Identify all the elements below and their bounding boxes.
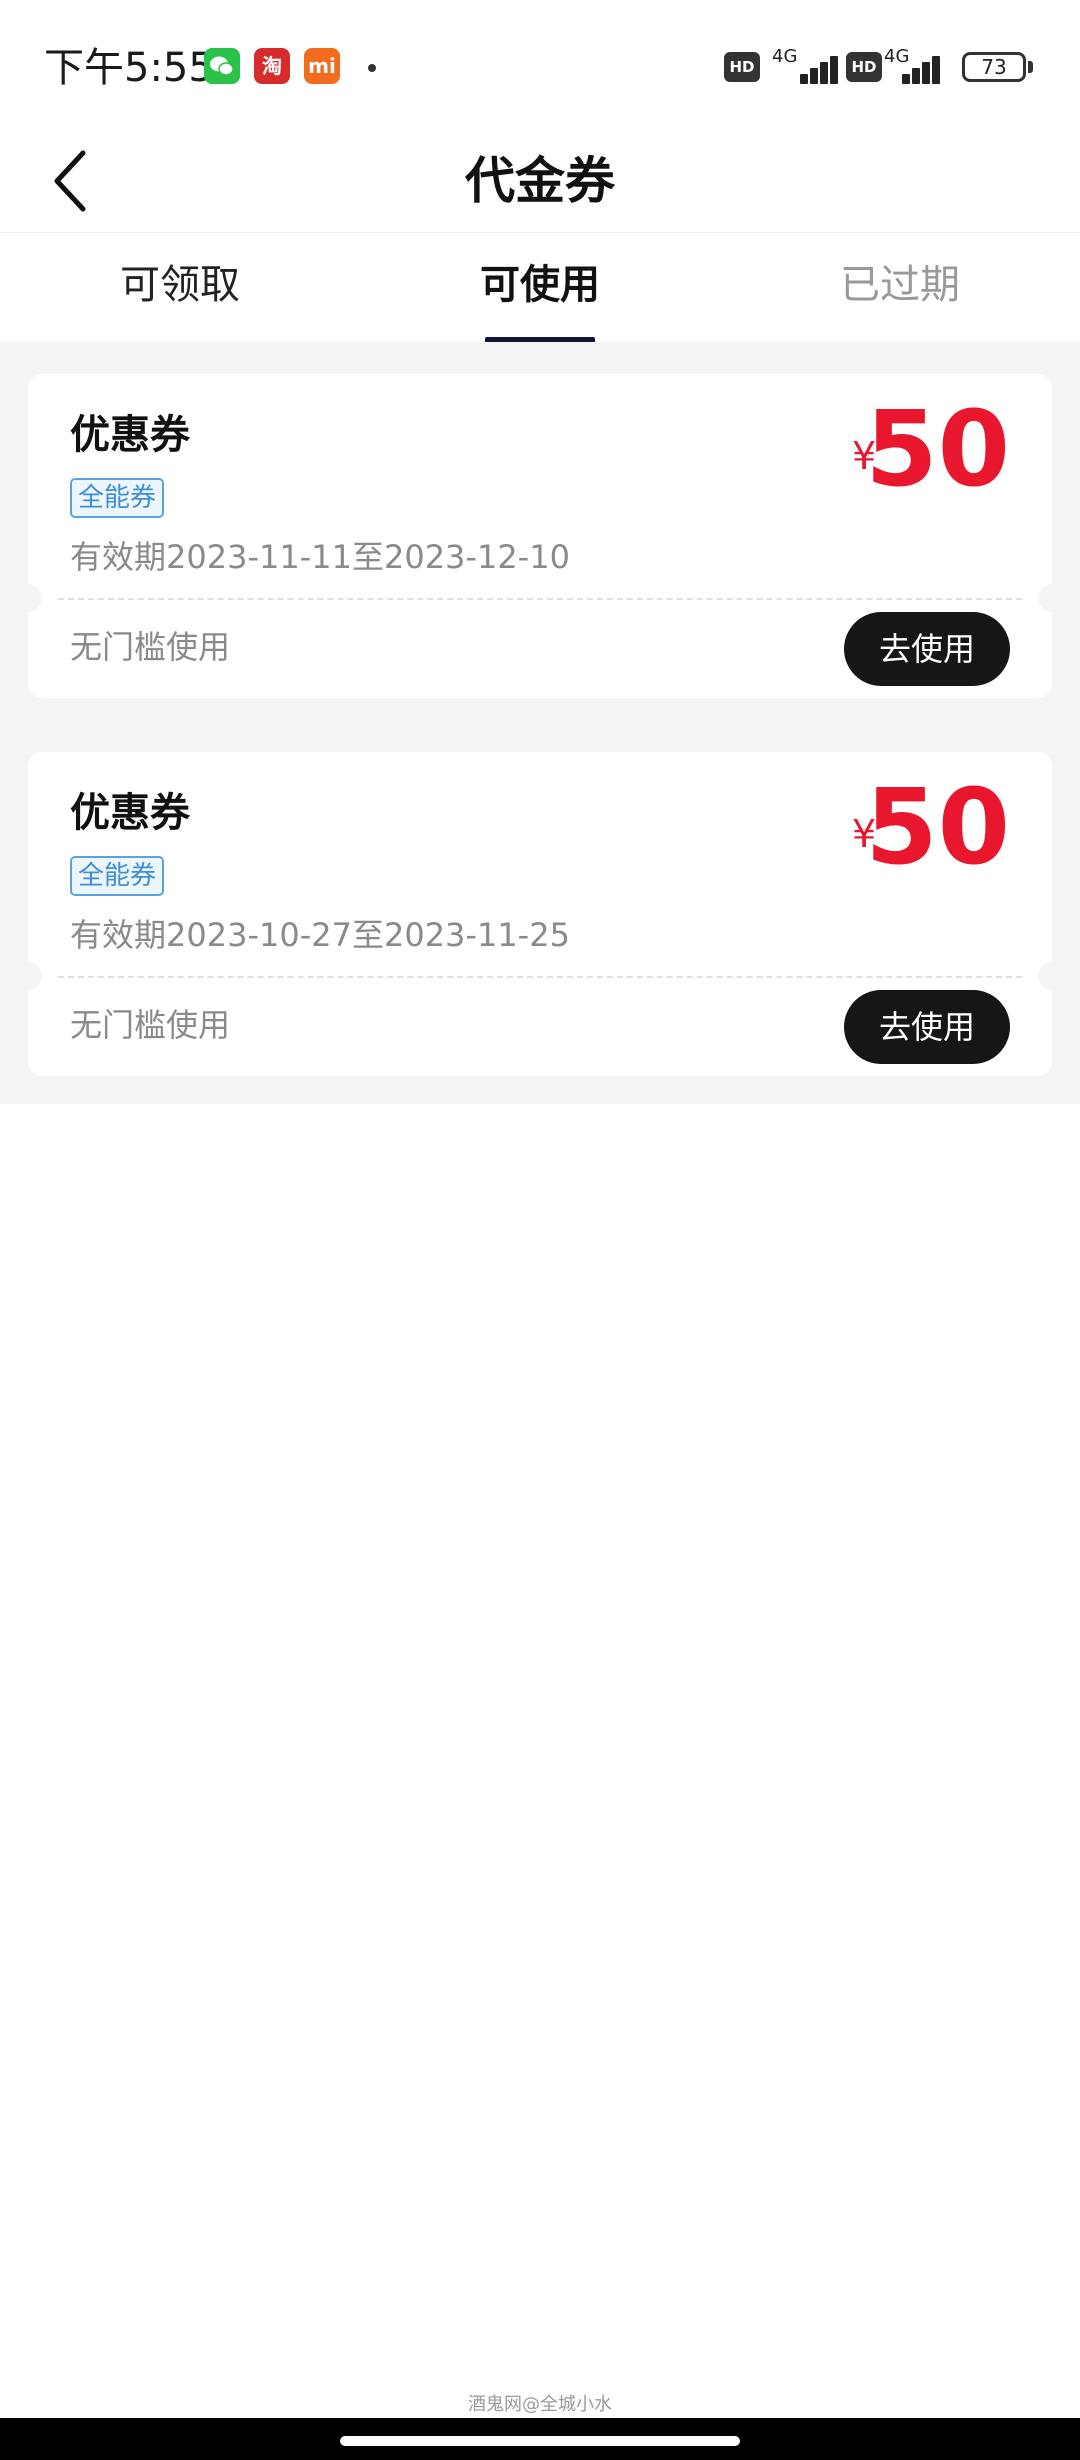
coupon-validity: 有效期2023-11-11至2023-12-10	[70, 538, 570, 576]
tab-usable[interactable]: 可使用	[360, 233, 720, 343]
taobao-icon: 淘	[254, 48, 290, 84]
mi-icon: mi	[304, 48, 340, 84]
coupon-card: 优惠券 全能券 有效期2023-11-11至2023-12-10 ¥ 50 无门…	[14, 374, 1066, 698]
chevron-left-icon	[54, 150, 86, 212]
tab-expired[interactable]: 已过期	[720, 233, 1080, 343]
back-button[interactable]	[36, 130, 106, 232]
coupon-card: 优惠券 全能券 有效期2023-10-27至2023-11-25 ¥ 50 无门…	[14, 752, 1066, 1076]
coupon-divider	[58, 976, 1022, 978]
status-bar: 下午5:55 淘 mi HD 4G HD 4G 73	[0, 0, 1080, 130]
coupon-divider	[58, 598, 1022, 600]
coupon-name: 优惠券	[70, 790, 190, 836]
coupon-notch	[1038, 962, 1066, 990]
use-coupon-button[interactable]: 去使用	[844, 612, 1010, 686]
coupon-page: 下午5:55 淘 mi HD 4G HD 4G 73 代金券 可领取 可使用 已…	[0, 0, 1080, 2460]
watermark: 酒鬼网@全城小水	[468, 2394, 612, 2415]
battery-cap	[1028, 61, 1033, 73]
tab-claimable[interactable]: 可领取	[0, 233, 360, 343]
coupon-condition: 无门槛使用	[70, 628, 231, 666]
battery-icon: 73	[962, 52, 1026, 82]
nav-bar: 代金券	[0, 130, 1080, 232]
tab-bar: 可领取 可使用 已过期	[0, 232, 1080, 343]
coupon-notch	[14, 962, 42, 990]
hd-badge-icon: HD	[846, 52, 882, 82]
coupon-name: 优惠券	[70, 412, 190, 458]
coupon-list: 优惠券 全能券 有效期2023-11-11至2023-12-10 ¥ 50 无门…	[0, 342, 1080, 1104]
page-title: 代金券	[465, 152, 615, 210]
coupon-type-tag: 全能券	[70, 856, 165, 896]
coupon-notch	[14, 584, 42, 612]
coupon-validity: 有效期2023-10-27至2023-11-25	[70, 916, 570, 954]
coupon-condition: 无门槛使用	[70, 1006, 231, 1044]
signal-strength-icon	[884, 52, 948, 84]
status-time: 下午5:55	[44, 45, 214, 91]
home-indicator[interactable]	[340, 2436, 740, 2446]
coupon-type-tag: 全能券	[70, 478, 165, 518]
coupon-notch	[1038, 584, 1066, 612]
coupon-amount: 50	[865, 766, 1010, 888]
use-coupon-button[interactable]: 去使用	[844, 990, 1010, 1064]
hd-badge-icon: HD	[724, 52, 760, 82]
wechat-icon	[204, 48, 240, 84]
coupon-amount: 50	[865, 388, 1010, 510]
notification-dot-icon	[368, 64, 376, 72]
signal-strength-icon	[772, 52, 838, 84]
